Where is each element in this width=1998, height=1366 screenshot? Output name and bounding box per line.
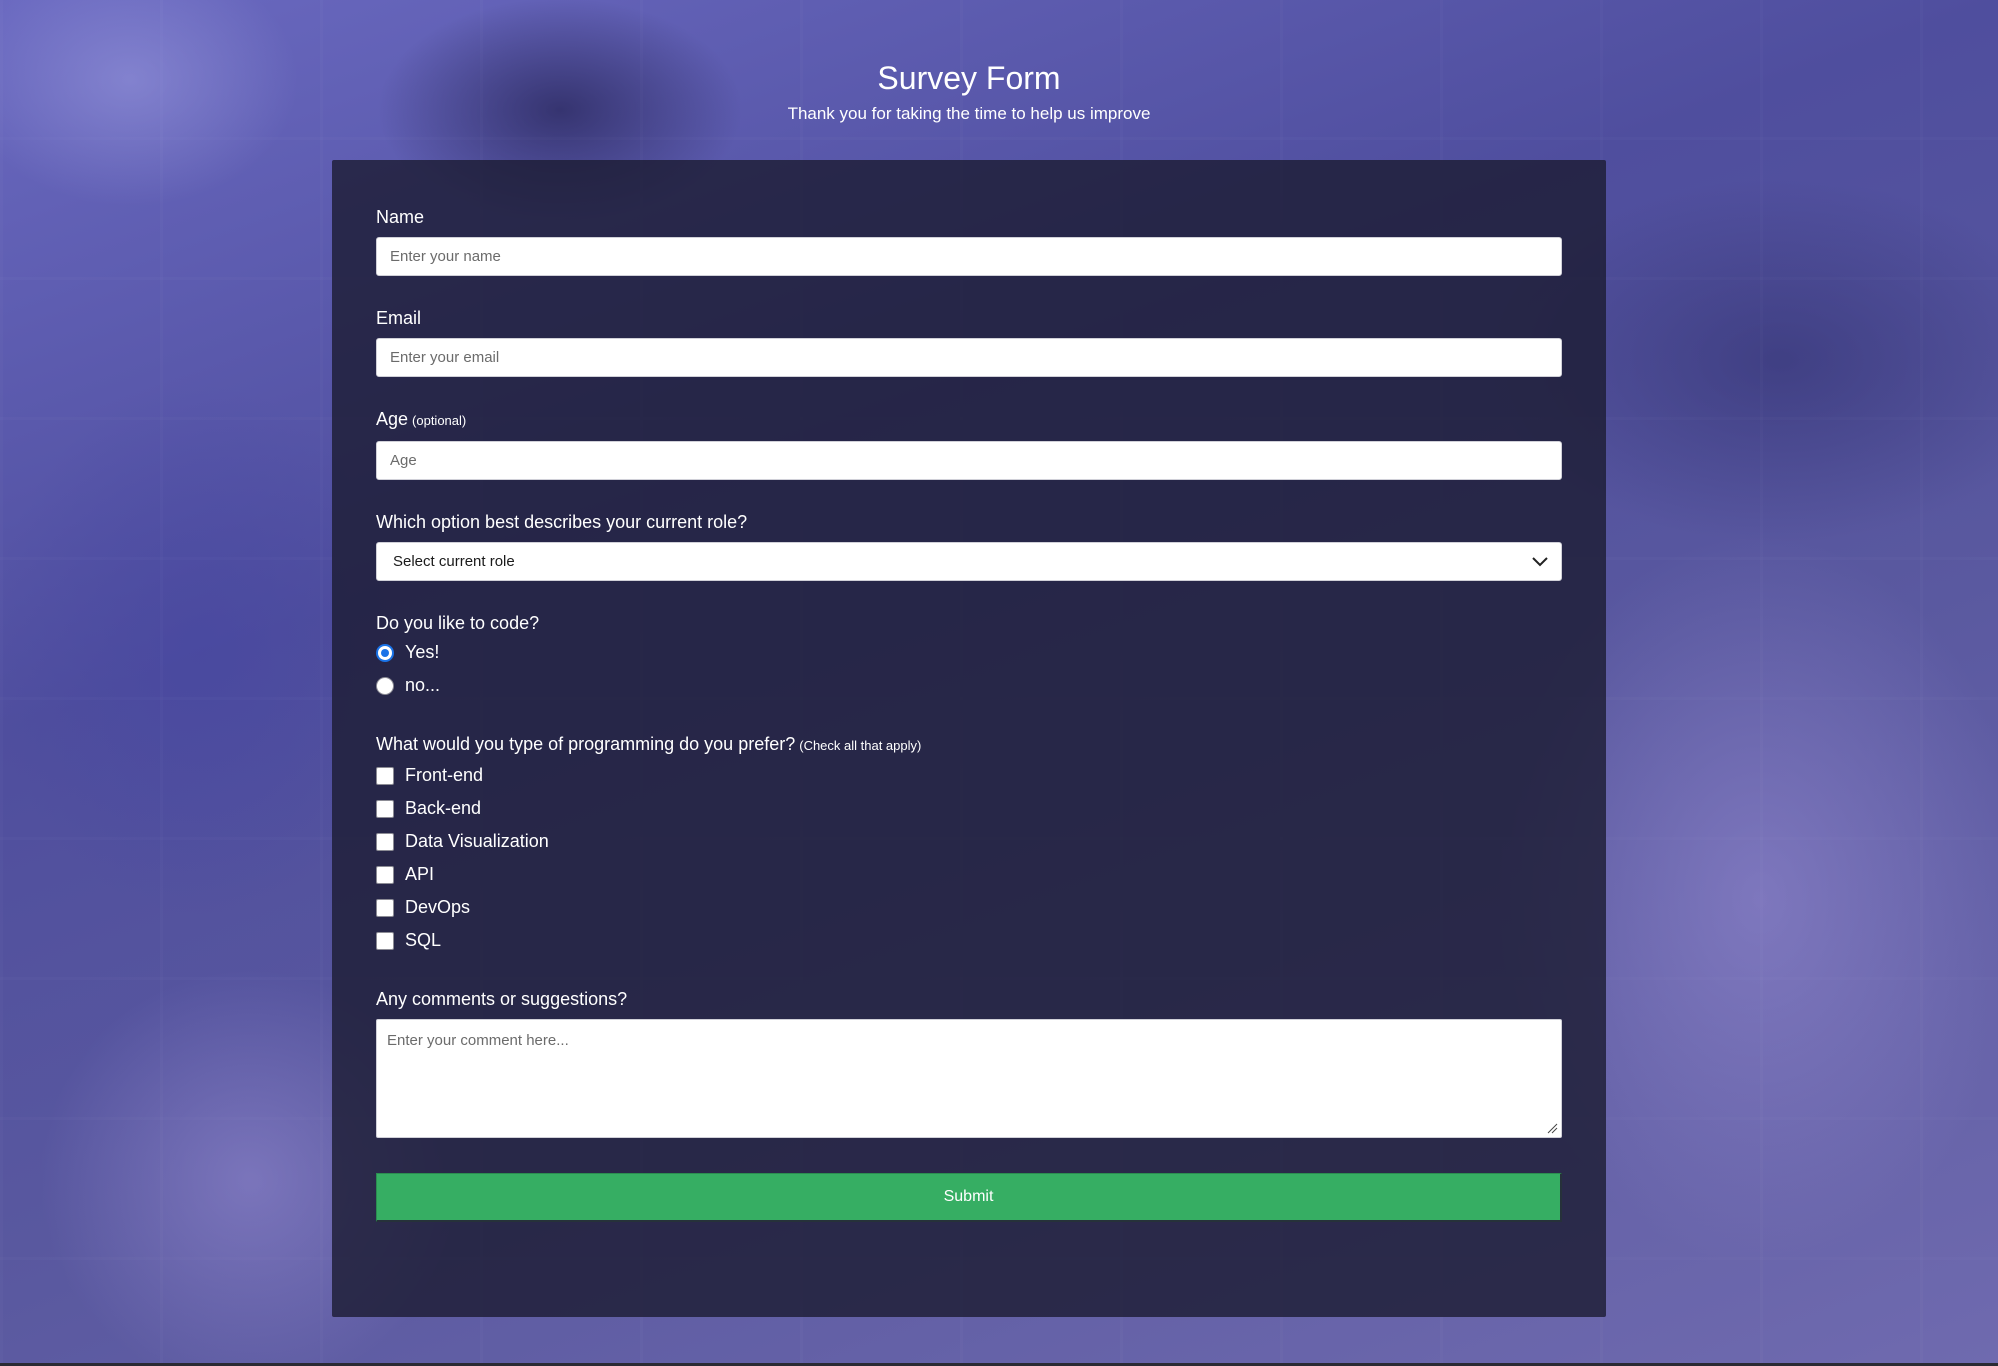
preferences-group: What would you type of programming do yo… [376, 732, 1562, 957]
comments-wrap [376, 1019, 1562, 1138]
page-header: Survey Form Thank you for taking the tim… [332, 0, 1606, 126]
checkbox-backend-label: Back-end [405, 798, 482, 818]
age-input[interactable] [376, 441, 1562, 480]
checkbox-frontend-label: Front-end [405, 765, 484, 785]
name-label: Name [376, 207, 425, 227]
checkbox-frontend[interactable] [376, 766, 394, 785]
checkbox-devops[interactable] [376, 898, 394, 917]
comments-label: Any comments or suggestions? [376, 989, 628, 1009]
checkbox-option-frontend[interactable]: Front-end [376, 759, 1562, 792]
preferences-label-text: What would you type of programming do yo… [376, 734, 796, 754]
checkbox-option-backend[interactable]: Back-end [376, 792, 1562, 825]
radio-option-no[interactable]: no... [376, 669, 1562, 702]
page-title: Survey Form [877, 60, 1061, 96]
name-input[interactable] [376, 237, 1562, 276]
like-code-label: Do you like to code? [376, 613, 540, 633]
page-subtitle: Thank you for taking the time to help us… [787, 104, 1151, 123]
email-label: Email [376, 308, 422, 328]
age-label: Age (optional) [376, 407, 1562, 433]
checkbox-data-visualization[interactable] [376, 832, 394, 851]
age-optional-clue: (optional) [412, 413, 467, 428]
comments-textarea[interactable] [376, 1019, 1562, 1138]
submit-button[interactable]: Submit [376, 1173, 1562, 1222]
name-group: Name [376, 205, 1562, 276]
checkbox-option-api[interactable]: API [376, 858, 1562, 891]
preferences-clue: (Check all that apply) [799, 738, 922, 753]
comments-group: Any comments or suggestions? [376, 987, 1562, 1138]
resize-grip-icon[interactable] [1546, 1122, 1558, 1134]
role-label: Which option best describes your current… [376, 512, 748, 532]
submit-group: Submit [376, 1173, 1562, 1222]
age-group: Age (optional) [376, 407, 1562, 480]
checkbox-option-data-visualization[interactable]: Data Visualization [376, 825, 1562, 858]
email-group: Email [376, 306, 1562, 377]
chevron-down-icon [1532, 557, 1548, 567]
radio-yes-label: Yes! [405, 642, 440, 662]
radio-option-yes[interactable]: Yes! [376, 636, 1562, 669]
email-input[interactable] [376, 338, 1562, 377]
role-group: Which option best describes your current… [376, 510, 1562, 581]
role-dropdown-value: Select current role [393, 553, 515, 570]
checkbox-devops-label: DevOps [405, 897, 471, 917]
radio-no-label: no... [405, 675, 441, 695]
checkbox-api[interactable] [376, 865, 394, 884]
checkbox-sql-label: SQL [405, 930, 442, 950]
radio-no[interactable] [376, 676, 394, 695]
checkbox-sql[interactable] [376, 931, 394, 950]
checkbox-option-devops[interactable]: DevOps [376, 891, 1562, 924]
role-dropdown[interactable]: Select current role [376, 542, 1562, 581]
checkbox-option-sql[interactable]: SQL [376, 924, 1562, 957]
checkbox-api-label: API [405, 864, 435, 884]
checkbox-backend[interactable] [376, 799, 394, 818]
age-label-text: Age [376, 409, 409, 429]
radio-yes[interactable] [376, 643, 394, 662]
preferences-label: What would you type of programming do yo… [376, 732, 1562, 758]
survey-form: Name Email Age(optional) Which option be… [332, 160, 1606, 1317]
checkbox-data-visualization-label: Data Visualization [405, 831, 549, 851]
like-code-group: Do you like to code? Yes! no... [376, 611, 1562, 702]
